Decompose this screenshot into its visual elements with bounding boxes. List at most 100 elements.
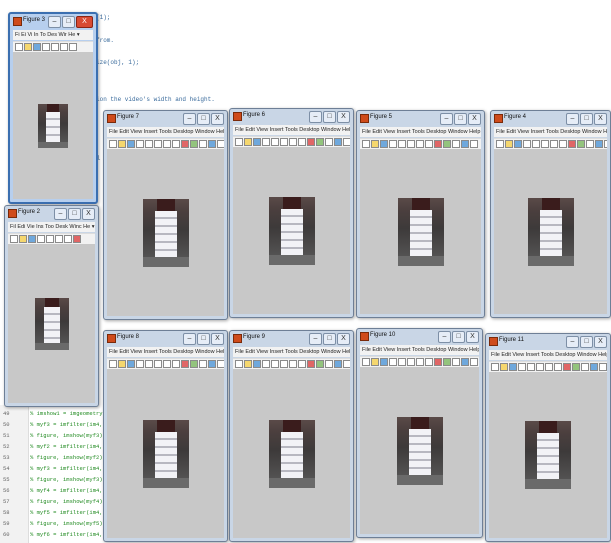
- open-file-icon[interactable]: [244, 138, 252, 146]
- figure-toolbar[interactable]: [489, 361, 607, 372]
- pan-icon[interactable]: [559, 140, 567, 148]
- minimize-button[interactable]: –: [183, 333, 196, 345]
- new-figure-icon[interactable]: [235, 138, 243, 146]
- maximize-button[interactable]: □: [454, 113, 467, 125]
- rotate-icon[interactable]: [563, 363, 571, 371]
- figure-toolbar[interactable]: [8, 233, 95, 244]
- menu-bar[interactable]: File Edit View Insert Tools Desktop Wind…: [489, 350, 607, 360]
- legend-icon[interactable]: [470, 358, 478, 366]
- rotate-icon[interactable]: [307, 360, 315, 368]
- save-icon[interactable]: [380, 140, 388, 148]
- title-bar[interactable]: Figure 5 – □ X: [357, 111, 484, 126]
- close-button[interactable]: X: [468, 113, 481, 125]
- legend-icon[interactable]: [343, 360, 350, 368]
- brush-icon[interactable]: [581, 363, 589, 371]
- pointer-icon[interactable]: [145, 360, 153, 368]
- brush-icon[interactable]: [452, 140, 460, 148]
- figure-toolbar[interactable]: [107, 358, 224, 369]
- close-button[interactable]: X: [466, 331, 479, 343]
- figure-window-6[interactable]: Figure 6 – □ X File Edit View Insert Too…: [229, 108, 354, 318]
- pan-icon[interactable]: [172, 140, 180, 148]
- figure-window-2[interactable]: Figure 2 – □ X Fil Edi Vie Ins Too Desk …: [4, 205, 99, 407]
- open-file-icon[interactable]: [371, 358, 379, 366]
- new-figure-icon[interactable]: [15, 43, 23, 51]
- new-figure-icon[interactable]: [10, 235, 18, 243]
- figure-window-8[interactable]: Figure 8 – □ X File Edit View Insert Too…: [103, 330, 228, 542]
- pan-icon[interactable]: [425, 140, 433, 148]
- pan-icon[interactable]: [172, 360, 180, 368]
- open-file-icon[interactable]: [500, 363, 508, 371]
- minimize-button[interactable]: –: [48, 16, 61, 28]
- pointer-icon[interactable]: [51, 43, 59, 51]
- figure-window-4[interactable]: Figure 4 – □ X File Edit View Insert Too…: [490, 110, 611, 318]
- minimize-button[interactable]: –: [438, 331, 451, 343]
- zoom-out-icon[interactable]: [64, 235, 72, 243]
- zoom-in-icon[interactable]: [407, 358, 415, 366]
- pan-icon[interactable]: [554, 363, 562, 371]
- brush-icon[interactable]: [325, 138, 333, 146]
- data-cursor-icon[interactable]: [443, 358, 451, 366]
- minimize-button[interactable]: –: [566, 336, 579, 348]
- save-icon[interactable]: [380, 358, 388, 366]
- zoom-out-icon[interactable]: [289, 138, 297, 146]
- figure-toolbar[interactable]: [494, 138, 607, 149]
- close-button[interactable]: X: [594, 336, 607, 348]
- open-file-icon[interactable]: [244, 360, 252, 368]
- title-bar[interactable]: Figure 11 – □ X: [486, 334, 610, 349]
- maximize-button[interactable]: □: [62, 16, 75, 28]
- colorbar-icon[interactable]: [461, 358, 469, 366]
- save-icon[interactable]: [509, 363, 517, 371]
- zoom-in-icon[interactable]: [60, 43, 68, 51]
- close-button[interactable]: X: [82, 208, 95, 220]
- figure-window-10[interactable]: Figure 10 – □ X File Edit View Insert To…: [356, 328, 483, 538]
- maximize-button[interactable]: □: [197, 113, 210, 125]
- title-bar[interactable]: Figure 8 – □ X: [104, 331, 227, 346]
- save-icon[interactable]: [253, 138, 261, 146]
- zoom-out-icon[interactable]: [163, 140, 171, 148]
- data-cursor-icon[interactable]: [443, 140, 451, 148]
- zoom-out-icon[interactable]: [163, 360, 171, 368]
- legend-icon[interactable]: [217, 140, 224, 148]
- print-icon[interactable]: [523, 140, 531, 148]
- maximize-button[interactable]: □: [323, 111, 336, 123]
- open-file-icon[interactable]: [118, 360, 126, 368]
- data-cursor-icon[interactable]: [73, 235, 81, 243]
- minimize-button[interactable]: –: [309, 333, 322, 345]
- save-icon[interactable]: [28, 235, 36, 243]
- menu-bar[interactable]: Fi Ei Vi In To Des Wir He ▾: [13, 30, 93, 40]
- colorbar-icon[interactable]: [334, 138, 342, 146]
- rotate-icon[interactable]: [307, 138, 315, 146]
- minimize-button[interactable]: –: [440, 113, 453, 125]
- maximize-button[interactable]: □: [580, 336, 593, 348]
- figure-window-7[interactable]: Figure 7 – □ X File Edit View Insert Too…: [103, 110, 228, 320]
- open-file-icon[interactable]: [505, 140, 513, 148]
- new-figure-icon[interactable]: [109, 140, 117, 148]
- new-figure-icon[interactable]: [491, 363, 499, 371]
- maximize-button[interactable]: □: [197, 333, 210, 345]
- data-cursor-icon[interactable]: [190, 360, 198, 368]
- open-file-icon[interactable]: [118, 140, 126, 148]
- pointer-icon[interactable]: [532, 140, 540, 148]
- brush-icon[interactable]: [452, 358, 460, 366]
- figure-toolbar[interactable]: [233, 358, 350, 369]
- zoom-out-icon[interactable]: [289, 360, 297, 368]
- print-icon[interactable]: [389, 358, 397, 366]
- print-icon[interactable]: [42, 43, 50, 51]
- new-figure-icon[interactable]: [362, 358, 370, 366]
- zoom-in-icon[interactable]: [154, 140, 162, 148]
- menu-bar[interactable]: File Edit View Insert Tools Desktop Wind…: [494, 127, 607, 137]
- maximize-button[interactable]: □: [323, 333, 336, 345]
- maximize-button[interactable]: □: [580, 113, 593, 125]
- figure-toolbar[interactable]: [360, 138, 481, 149]
- zoom-in-icon[interactable]: [280, 138, 288, 146]
- colorbar-icon[interactable]: [334, 360, 342, 368]
- new-figure-icon[interactable]: [362, 140, 370, 148]
- legend-icon[interactable]: [343, 138, 350, 146]
- brush-icon[interactable]: [586, 140, 594, 148]
- close-button[interactable]: X: [211, 333, 224, 345]
- menu-bar[interactable]: File Edit View Insert Tools Desktop Wind…: [233, 347, 350, 357]
- save-icon[interactable]: [33, 43, 41, 51]
- title-bar[interactable]: Figure 9 – □ X: [230, 331, 353, 346]
- open-file-icon[interactable]: [371, 140, 379, 148]
- close-button[interactable]: X: [211, 113, 224, 125]
